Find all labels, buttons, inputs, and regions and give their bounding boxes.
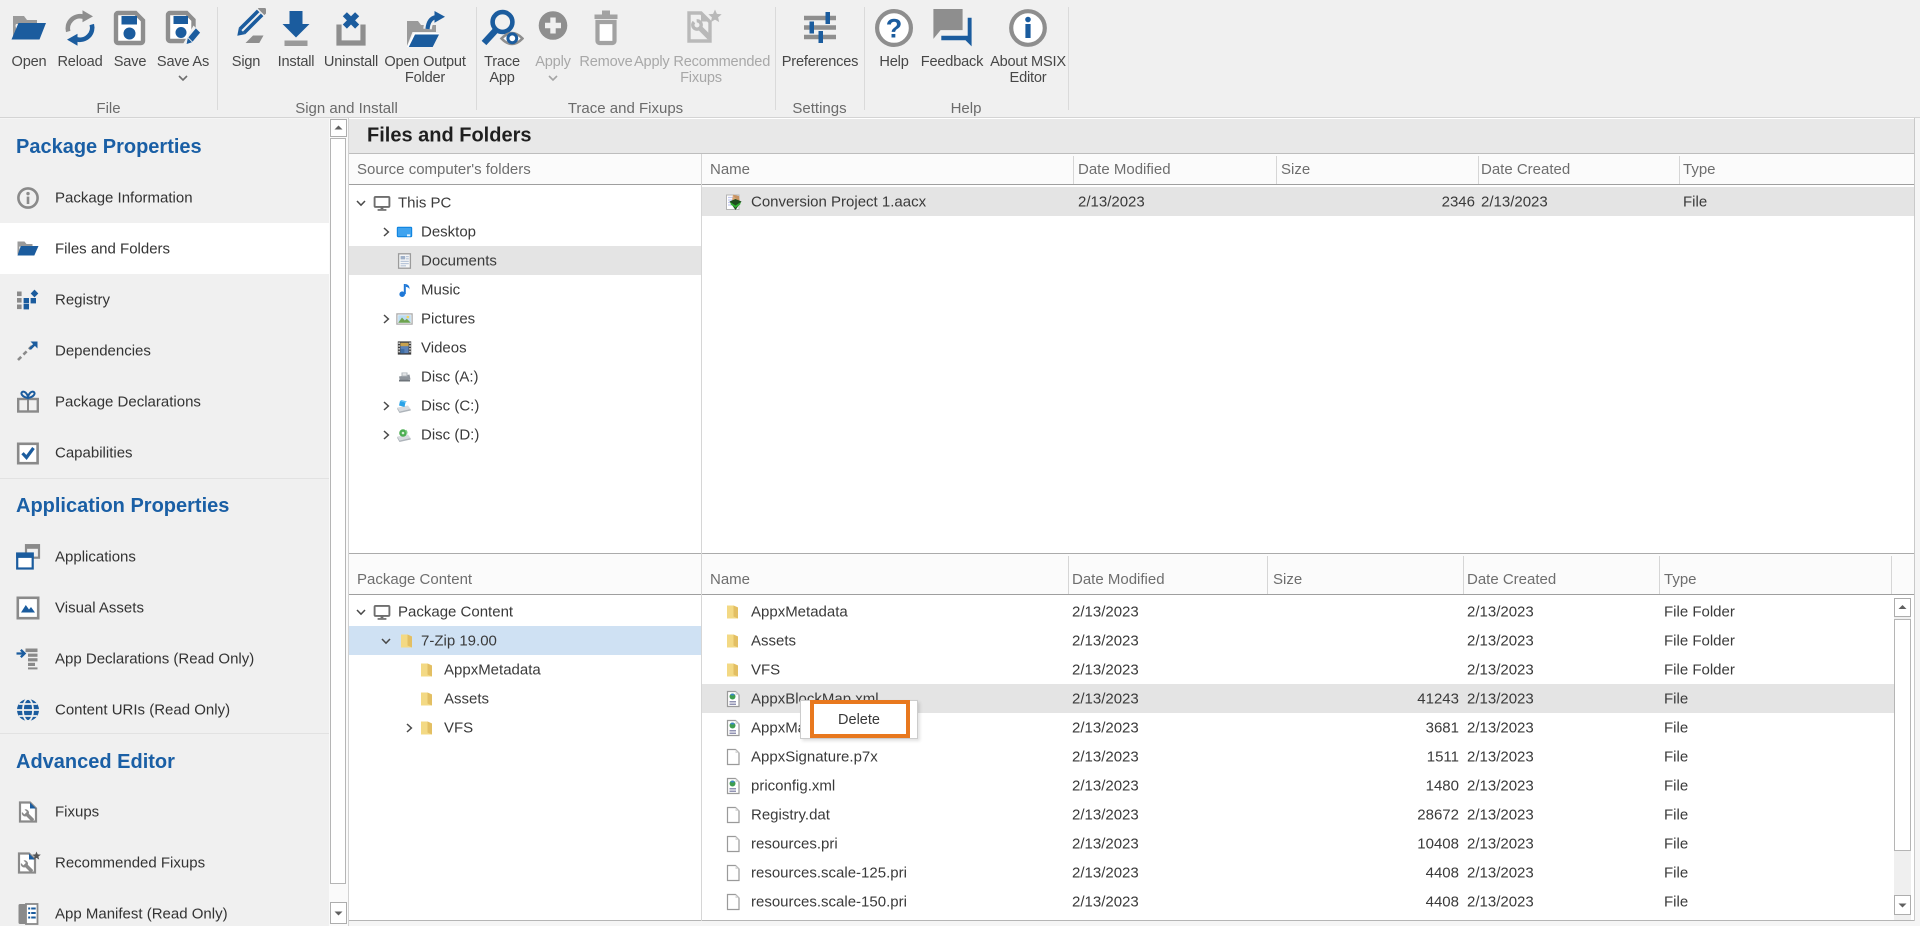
svg-text:?: ?: [886, 14, 903, 44]
